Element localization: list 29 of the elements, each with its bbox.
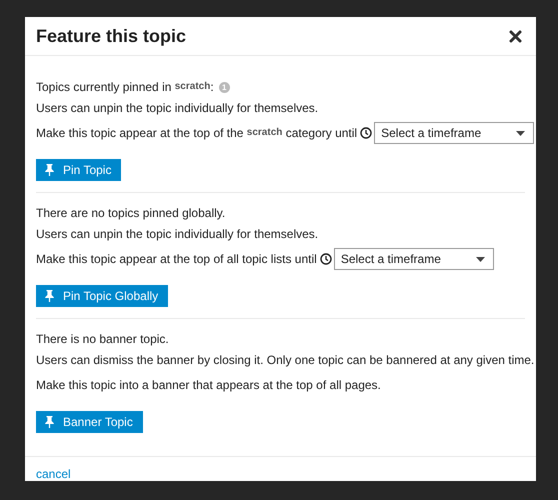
status-text: : <box>210 79 214 95</box>
pin-button[interactable]: Pin Topic <box>36 159 122 181</box>
timeframe-select[interactable]: Select a timeframe <box>334 248 494 270</box>
pin-icon <box>45 164 54 176</box>
timeframe-select[interactable]: Select a timeframe <box>374 122 534 144</box>
note-text: Users can unpin the topic individually for themselves. <box>36 100 318 116</box>
pin-icon <box>45 416 54 428</box>
caret-icon <box>476 256 485 262</box>
cancel-link[interactable]: cancel <box>36 466 71 480</box>
status-text: There is no banner topic. <box>36 331 169 347</box>
count-badge: 1 <box>218 82 230 92</box>
prompt-text: Make this topic appear at the top of all topic lists until <box>36 251 317 267</box>
clock-icon <box>360 127 372 139</box>
clock-icon <box>320 253 332 265</box>
pin-button[interactable]: Pin Topic Globally <box>36 285 168 307</box>
pin-icon <box>45 290 54 302</box>
dialog-title: Feature this topic <box>36 26 186 46</box>
close-icon[interactable] <box>509 30 522 42</box>
caret-icon <box>516 130 526 136</box>
status-text: Topics currently pinned in <box>36 79 172 95</box>
note-text: Users can dismiss the banner by closing it. Only one topic can be bannered at any given time. <box>36 352 534 368</box>
category-name: scratch <box>174 80 210 94</box>
note-text: Users can unpin the topic individually for themselves. <box>36 226 318 242</box>
prompt-text: category until <box>284 125 358 141</box>
status-text: There are no topics pinned globally. <box>36 205 226 221</box>
prompt-text: Make this topic into a banner that appears at the top of all pages. <box>36 377 381 393</box>
pin-button[interactable]: Banner Topic <box>36 411 143 433</box>
prompt-text: Make this topic appear at the top of the <box>36 125 244 141</box>
category-name: scratch <box>246 126 282 140</box>
